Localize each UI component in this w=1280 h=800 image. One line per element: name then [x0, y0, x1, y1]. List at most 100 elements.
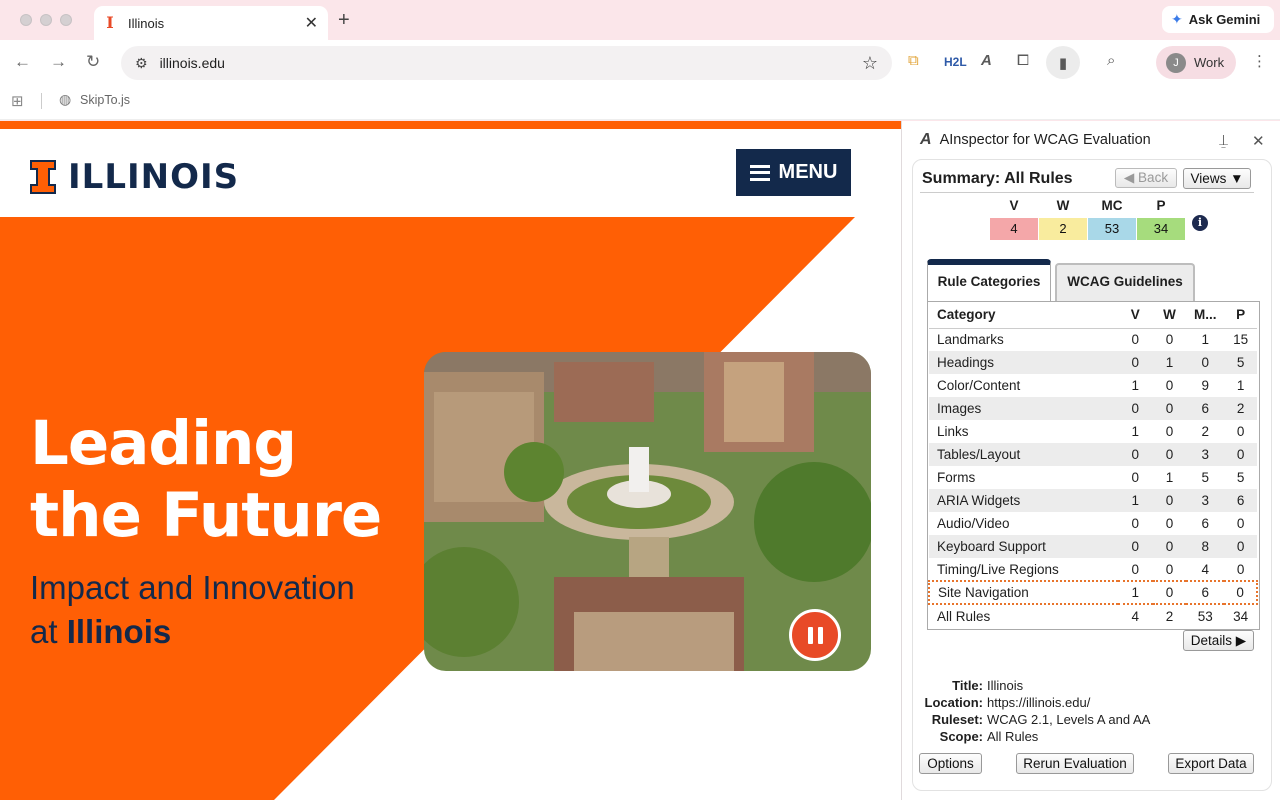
category-cell: Links — [937, 424, 969, 439]
rerun-evaluation-button[interactable]: Rerun Evaluation — [1016, 753, 1134, 774]
export-data-button[interactable]: Export Data — [1168, 753, 1254, 774]
summary-divider — [920, 192, 1254, 193]
table-row[interactable]: Forms 0 1 5 5 — [929, 466, 1257, 489]
rule-categories-table: Category V W M... P Landmarks 0 0 1 15 Headin… — [927, 301, 1260, 630]
block-i-icon — [30, 160, 56, 194]
col-mc[interactable]: M... — [1186, 302, 1225, 329]
count-cell: 5 — [1236, 470, 1245, 485]
back-arrow-icon[interactable]: ← — [14, 52, 31, 72]
col-category[interactable]: Category — [929, 302, 1118, 329]
count-cell: 4 — [1131, 608, 1139, 624]
new-tab-button[interactable]: + — [338, 9, 350, 32]
table-row[interactable]: Images 0 0 6 2 — [929, 397, 1257, 420]
back-button[interactable]: ◀ Back — [1115, 168, 1177, 188]
ainspector-icon: A — [920, 131, 932, 148]
profile-label: Work — [1194, 55, 1225, 70]
tab-close-icon[interactable]: ✕ — [305, 13, 318, 33]
table-row[interactable]: Color/Content 1 0 9 1 — [929, 374, 1257, 397]
table-row[interactable]: Links 1 0 2 0 — [929, 420, 1257, 443]
table-row[interactable]: Timing/Live Regions 0 0 4 0 — [929, 558, 1257, 581]
pause-bar-right — [817, 626, 823, 644]
table-row[interactable]: Site Navigation 1 0 6 0 — [928, 580, 1258, 605]
count-cell: 53 — [1197, 608, 1213, 624]
count-cell: 6 — [1224, 489, 1257, 512]
count-cell: 1 — [1165, 470, 1174, 485]
count-cell: 0 — [1224, 535, 1257, 558]
count-cell: 0 — [1224, 580, 1258, 605]
category-cell: ARIA Widgets — [929, 489, 1118, 512]
count-cell: 0 — [1131, 561, 1139, 577]
extension-copy-icon[interactable]: ⧉ — [908, 52, 919, 69]
tab-wcag-guidelines[interactable]: WCAG Guidelines — [1055, 263, 1195, 301]
count-cell: 0 — [1131, 332, 1139, 348]
count-cell: 3 — [1186, 443, 1225, 466]
table-row[interactable]: Audio/Video 0 0 6 0 — [929, 512, 1257, 535]
table-row[interactable]: Tables/Layout 0 0 3 0 — [929, 443, 1257, 466]
count-cell: 0 — [1165, 332, 1174, 348]
count-cell: 1 — [1236, 378, 1245, 393]
extensions-puzzle-icon[interactable]: ⧠ — [1017, 52, 1029, 69]
count-cell: 0 — [1131, 516, 1139, 531]
category-cell: Site Navigation — [928, 580, 1118, 605]
reload-icon[interactable]: ↻ — [86, 52, 100, 72]
table-row[interactable]: ARIA Widgets 1 0 3 6 — [929, 489, 1257, 512]
count-cell: 6 — [1186, 397, 1225, 420]
table-row[interactable]: Landmarks 0 0 1 15 — [929, 328, 1257, 351]
count-cell: 0 — [1131, 470, 1139, 485]
extension-h2l-icon[interactable]: H2L — [944, 55, 967, 69]
category-cell: Tables/Layout — [929, 443, 1118, 466]
hero-headline: Leading the Future — [30, 408, 382, 552]
address-bar[interactable]: ⚙ illinois.edu ☆ — [121, 46, 892, 80]
count-cell: 9 — [1201, 378, 1209, 393]
side-panel-icon[interactable]: ▮ — [1046, 46, 1080, 79]
count-cell: 2 — [1224, 397, 1257, 420]
illinois-logo[interactable]: ILLINOIS — [30, 157, 239, 197]
details-button[interactable]: Details ▶ — [1183, 630, 1254, 651]
site-settings-icon[interactable]: ⚙ — [135, 55, 148, 72]
url-text[interactable]: illinois.edu — [160, 55, 225, 71]
apps-grid-icon[interactable]: ⊞ — [11, 92, 24, 110]
count-cell: 0 — [1117, 351, 1153, 374]
count-cell: 0 — [1165, 378, 1174, 393]
top-stripe — [0, 121, 901, 129]
table-row[interactable]: Headings 0 1 0 5 — [929, 351, 1257, 374]
bookmark-star-icon[interactable]: ☆ — [862, 53, 878, 74]
col-v[interactable]: V — [1117, 302, 1153, 329]
info-icon[interactable]: i — [1192, 215, 1208, 231]
count-cell: 1 — [1117, 489, 1153, 512]
menu-button[interactable]: MENU — [736, 149, 851, 196]
tab-rule-categories[interactable]: Rule Categories — [927, 259, 1051, 301]
extension-ainspector-icon[interactable]: A — [981, 52, 992, 69]
headline-line-1: Leading — [30, 408, 297, 479]
profile-button[interactable]: J Work — [1156, 46, 1236, 79]
window-zoom-dot[interactable] — [60, 14, 72, 26]
bookmark-skipto[interactable]: SkipTo.js — [80, 93, 130, 107]
summary-label-p: P — [1156, 198, 1166, 213]
tab-search-icon[interactable]: ⌕ — [1107, 52, 1115, 69]
window-close-dot[interactable] — [20, 14, 32, 26]
meta-location-key: Location: — [924, 695, 984, 710]
count-cell: 8 — [1186, 535, 1225, 558]
table-row[interactable]: All Rules 4 2 53 34 — [929, 604, 1257, 627]
unpin-icon[interactable]: ⍊ — [1219, 132, 1228, 149]
table-row[interactable]: Keyboard Support 0 0 8 0 — [929, 535, 1257, 558]
close-panel-icon[interactable]: ✕ — [1252, 132, 1265, 150]
hamburger-icon — [749, 164, 770, 181]
browser-tab[interactable]: I Illinois ✕ — [94, 6, 328, 40]
options-button[interactable]: Options — [919, 753, 982, 774]
forward-arrow-icon[interactable]: → — [50, 52, 67, 72]
ask-gemini-button[interactable]: ✦ Ask Gemini — [1162, 6, 1274, 33]
pause-button[interactable] — [789, 609, 841, 661]
category-cell: Timing/Live Regions — [937, 561, 1059, 577]
logo-wordmark: ILLINOIS — [68, 157, 240, 197]
col-p[interactable]: P — [1224, 302, 1257, 329]
count-cell: 15 — [1233, 332, 1249, 348]
views-button[interactable]: Views ▼ — [1183, 168, 1251, 189]
summary-title: Summary: All Rules — [922, 170, 1073, 187]
count-cell: 0 — [1236, 424, 1245, 439]
tab-title: Illinois — [128, 15, 165, 31]
bookmarks-bar: ⊞ ◍ SkipTo.js — [0, 86, 1280, 120]
window-minimize-dot[interactable] — [40, 14, 52, 26]
more-menu-icon[interactable]: ⋮ — [1252, 52, 1267, 70]
col-w[interactable]: W — [1152, 302, 1187, 329]
